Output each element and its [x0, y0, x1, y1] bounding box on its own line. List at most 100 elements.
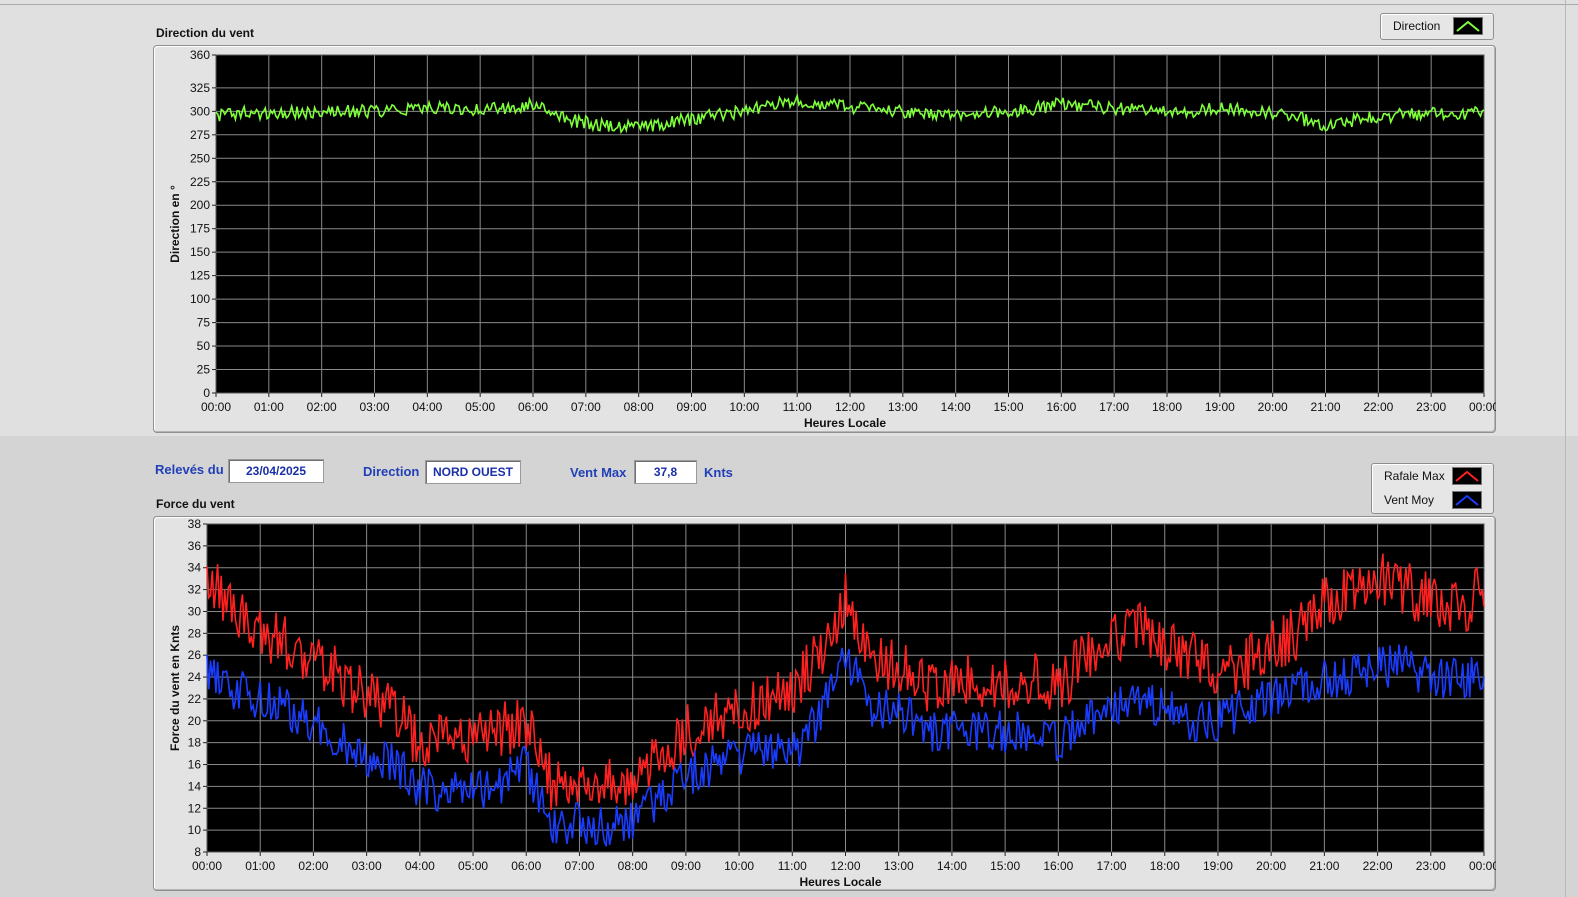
direction-chart: 0 25 50 75 100 125 150 175 200 225 250 275 300 325 360… — [168, 48, 1496, 430]
x-tick-label: 03:00 — [359, 400, 389, 414]
x-tick-label: 19:00 — [1205, 400, 1235, 414]
x-tick-label: 12:00 — [835, 400, 865, 414]
line-swatch-icon — [1453, 17, 1483, 35]
x-tick-label: 10:00 — [729, 400, 759, 414]
y-tick-label: 16 — [188, 758, 202, 772]
y-tick-label: 0 — [203, 386, 210, 400]
x-tick-label: 07:00 — [571, 400, 601, 414]
x-tick-label: 05:00 — [465, 400, 495, 414]
releves-label: Relevés du — [155, 462, 224, 477]
legend-label-direction: Direction — [1393, 19, 1441, 33]
x-tick-label: 07:00 — [564, 859, 594, 873]
legend-item-rafale[interactable]: Rafale Max — [1372, 464, 1493, 488]
direction-label: Direction — [363, 464, 420, 479]
legend-label-rafale: Rafale Max — [1384, 469, 1445, 483]
y-tick-label: 150 — [190, 245, 210, 259]
y-tick-label: 360 — [190, 48, 210, 62]
x-tick-label: 21:00 — [1310, 400, 1340, 414]
x-tick-label: 11:00 — [783, 400, 812, 414]
legend-item-ventmoy[interactable]: Vent Moy — [1372, 488, 1493, 512]
y-axis-label: Direction en ° — [168, 185, 182, 263]
force-chart-title: Force du vent — [156, 497, 235, 511]
y-tick-label: 200 — [190, 198, 210, 212]
y-tick-label: 14 — [188, 779, 202, 793]
direction-legend: Direction — [1380, 13, 1494, 40]
x-tick-label: 23:00 — [1416, 859, 1446, 873]
x-tick-label: 06:00 — [511, 859, 541, 873]
y-tick-label: 10 — [188, 823, 202, 837]
x-tick-label: 16:00 — [1046, 400, 1076, 414]
x-tick-label: 00:00 — [1469, 400, 1496, 414]
y-tick-label: 12 — [188, 801, 202, 815]
x-tick-label: 16:00 — [1043, 859, 1073, 873]
date-field[interactable]: 23/04/2025 — [228, 459, 324, 483]
x-tick-label: 02:00 — [298, 859, 328, 873]
x-tick-label: 12:00 — [830, 859, 860, 873]
window-edge — [1565, 0, 1566, 897]
x-tick-label: 04:00 — [405, 859, 435, 873]
x-tick-label: 02:00 — [307, 400, 337, 414]
legend-label-ventmoy: Vent Moy — [1384, 493, 1435, 507]
y-tick-label: 38 — [188, 517, 202, 531]
ventmax-field[interactable]: 37,8 — [634, 460, 697, 484]
y-tick-label: 18 — [188, 736, 202, 750]
x-tick-label: 00:00 — [1469, 859, 1496, 873]
y-tick-label: 75 — [197, 316, 211, 330]
y-axis-label: Force du vent en Knts — [168, 625, 182, 751]
x-tick-label: 20:00 — [1256, 859, 1286, 873]
y-tick-label: 36 — [188, 539, 202, 553]
x-tick-label: 15:00 — [990, 859, 1020, 873]
y-tick-label: 28 — [188, 626, 202, 640]
force-legend: Rafale Max Vent Moy — [1371, 463, 1494, 514]
x-tick-label: 20:00 — [1258, 400, 1288, 414]
x-tick-label: 17:00 — [1099, 400, 1129, 414]
x-axis-label: Heures Locale — [804, 416, 886, 430]
x-tick-label: 05:00 — [458, 859, 488, 873]
x-tick-label: 17:00 — [1097, 859, 1127, 873]
x-tick-label: 09:00 — [676, 400, 706, 414]
x-tick-label: 01:00 — [245, 859, 275, 873]
x-tick-label: 09:00 — [671, 859, 701, 873]
y-tick-label: 275 — [190, 128, 210, 142]
force-chart: 8 10 12 14 16 18 20 22 24 26 28 30 32 34 36 38 00:00 01:0… — [168, 517, 1496, 889]
ventmax-label: Vent Max — [570, 465, 627, 480]
y-tick-label: 26 — [188, 648, 202, 662]
x-tick-label: 22:00 — [1363, 859, 1393, 873]
x-tick-label: 13:00 — [884, 859, 914, 873]
x-tick-label: 00:00 — [192, 859, 222, 873]
x-tick-label: 01:00 — [254, 400, 284, 414]
x-tick-label: 23:00 — [1416, 400, 1446, 414]
y-tick-label: 34 — [188, 561, 202, 575]
x-tick-label: 10:00 — [724, 859, 754, 873]
top-divider — [0, 4, 1578, 5]
x-tick-label: 18:00 — [1150, 859, 1180, 873]
x-tick-label: 04:00 — [412, 400, 442, 414]
y-tick-label: 32 — [188, 583, 202, 597]
x-tick-label: 14:00 — [937, 859, 967, 873]
x-tick-label: 08:00 — [618, 859, 648, 873]
x-axis-label: Heures Locale — [799, 875, 881, 889]
x-tick-label: 00:00 — [201, 400, 231, 414]
direction-chart-title: Direction du vent — [156, 26, 255, 40]
x-tick-label: 03:00 — [352, 859, 382, 873]
legend-item-direction[interactable]: Direction — [1381, 14, 1493, 38]
y-tick-label: 125 — [190, 269, 210, 283]
x-tick-label: 14:00 — [941, 400, 971, 414]
ventmax-unit: Knts — [704, 465, 733, 480]
y-tick-label: 250 — [190, 151, 210, 165]
y-tick-label: 8 — [194, 845, 201, 859]
x-tick-label: 22:00 — [1363, 400, 1393, 414]
x-tick-label: 18:00 — [1152, 400, 1182, 414]
direction-field[interactable]: NORD OUEST — [425, 460, 521, 484]
line-swatch-icon — [1452, 467, 1482, 485]
y-tick-label: 100 — [190, 292, 210, 306]
y-tick-label: 25 — [197, 363, 211, 377]
y-tick-label: 20 — [188, 714, 202, 728]
y-tick-label: 300 — [190, 104, 210, 118]
x-tick-label: 15:00 — [993, 400, 1023, 414]
y-tick-label: 325 — [190, 81, 210, 95]
y-tick-label: 30 — [188, 604, 202, 618]
x-tick-label: 21:00 — [1309, 859, 1339, 873]
x-tick-label: 08:00 — [624, 400, 654, 414]
y-tick-label: 175 — [190, 222, 210, 236]
